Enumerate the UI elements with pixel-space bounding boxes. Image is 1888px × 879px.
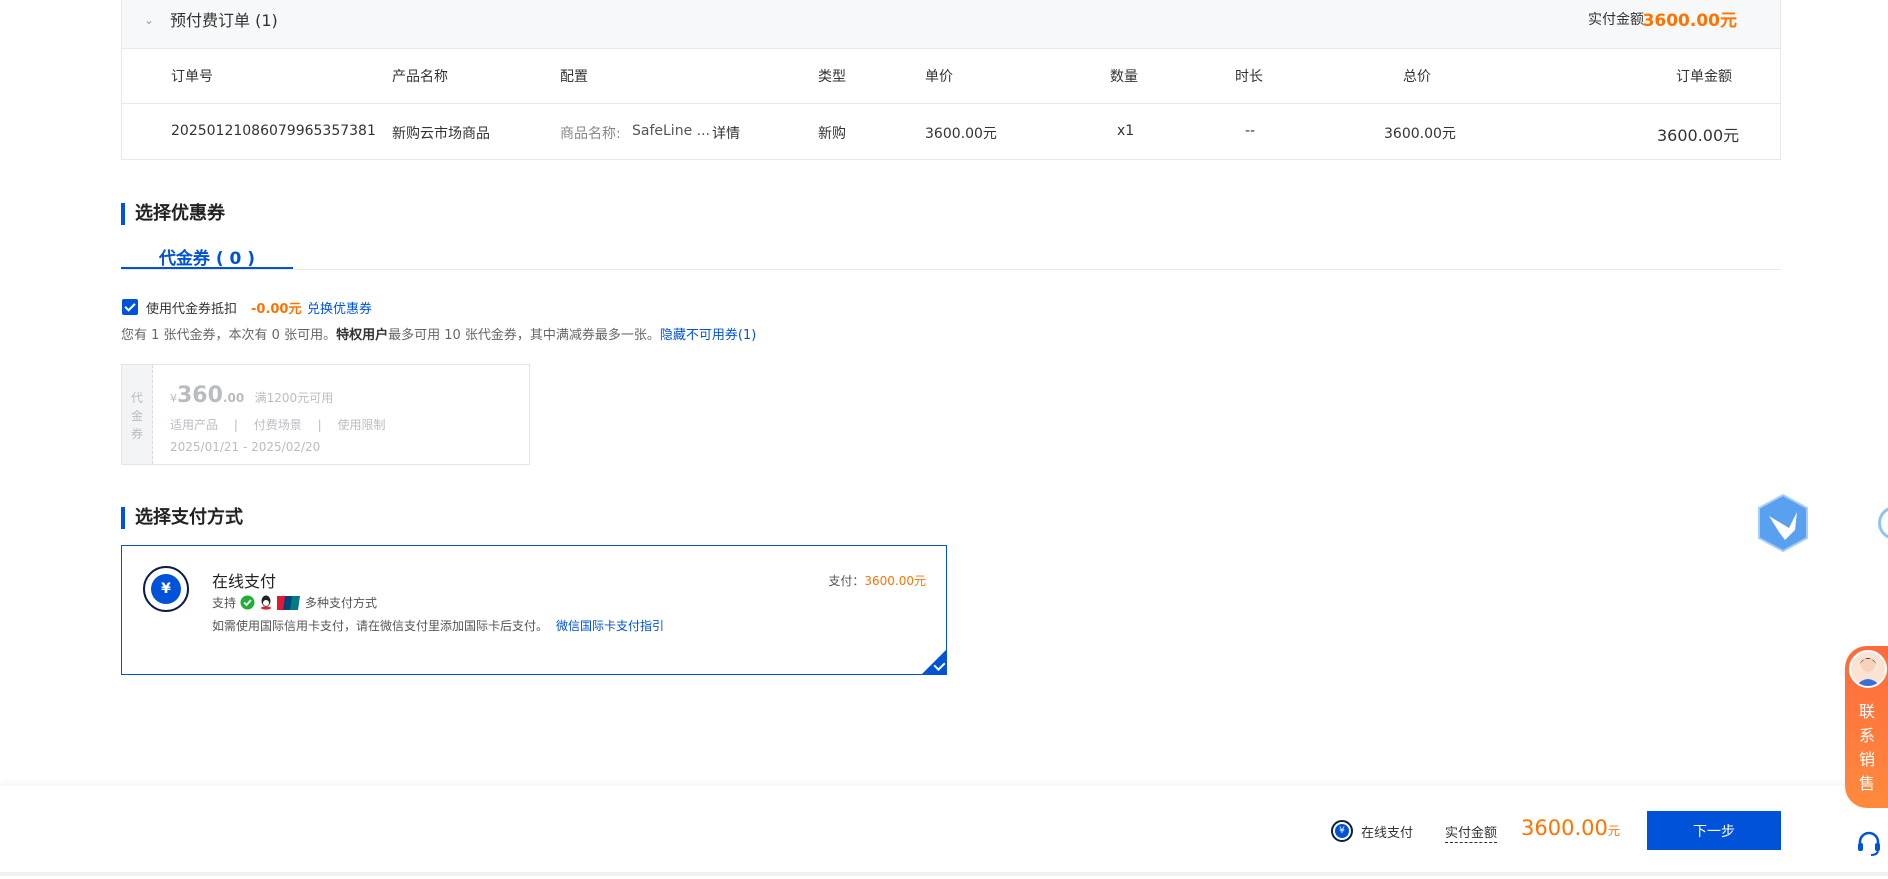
col-amount: 订单金额 (1676, 69, 1732, 85)
pay-method-title: 在线支付 (212, 572, 277, 591)
intl-card-guide-link[interactable]: 微信国际卡支付指引 (556, 619, 664, 633)
tab-voucher[interactable]: 代金券 ( 0 ) (121, 244, 293, 270)
avatar (1849, 650, 1887, 688)
coupon-info-prefix: 您有 1 张代金券，本次有 0 张可用。 (121, 328, 337, 343)
sales-char: 售 (1859, 774, 1876, 793)
voucher-amount: ¥360.00 满1200元可用 (170, 383, 333, 408)
config-value: SafeLine ... (632, 123, 710, 139)
use-voucher-label: 使用代金券抵扣 (146, 302, 238, 317)
order-no: 20250121086079965357381 (171, 123, 376, 139)
voucher-validity: 2025/01/21 - 2025/02/20 (170, 440, 321, 454)
col-config: 配置 (560, 69, 588, 85)
coupon-info-suffix: 最多可用 10 张代金券，其中满减券最多一张。 (388, 328, 660, 343)
bird-assistant-icon[interactable] (1757, 494, 1809, 552)
unionpay-icon (277, 595, 301, 610)
bottom-line (0, 872, 1888, 876)
voucher-side-char: 金 (131, 409, 144, 423)
total-price: 3600.00元 (1384, 126, 1456, 142)
order-title: 预付费订单 (1) (170, 11, 278, 30)
pay-value: 3600.00元 (864, 574, 926, 588)
online-pay-card[interactable]: ¥ 在线支付 支付：3600.00元 支持 多种支付方式 如需使用国际信用卡支付… (121, 545, 947, 675)
col-product: 产品名称 (392, 69, 448, 85)
voucher-card: 代 金 券 ¥360.00 满1200元可用 适用产品 | 付费场景 | 使用限… (121, 364, 530, 465)
sales-char: 联 (1859, 702, 1876, 721)
order-paid-label: 实付金额 (1588, 12, 1644, 28)
unit-price: 3600.00元 (925, 126, 997, 142)
meta-separator: | (317, 418, 322, 432)
yuan-icon: ¥ (1331, 820, 1353, 842)
yuan-icon: ¥ (143, 566, 189, 612)
sales-char: 销 (1859, 750, 1876, 769)
coupon-info: 您有 1 张代金券，本次有 0 张可用。特权用户最多可用 10 张代金券，其中满… (121, 324, 756, 343)
voucher-side-char: 代 (131, 391, 144, 405)
quantity: x1 (1117, 123, 1135, 139)
col-unit-price: 单价 (925, 69, 953, 85)
pay-note: 如需使用国际信用卡支付，请在微信支付里添加国际卡后支付。 微信国际卡支付指引 (212, 617, 664, 634)
pay-amount: 支付：3600.00元 (828, 572, 926, 589)
bottom-amount: 3600.00元 (1521, 816, 1620, 840)
voucher-amount-int: 360 (177, 383, 223, 408)
order-paid-value: 3600.00元 (1642, 11, 1737, 31)
payment-section-title: 选择支付方式 (121, 507, 243, 529)
headset-icon[interactable] (1855, 829, 1883, 857)
order-type: 新购 (818, 126, 846, 142)
bottom-pay-method: 在线支付 (1361, 826, 1414, 841)
deduct-amount: -0.00元 (251, 302, 302, 317)
coupon-info-bold: 特权用户 (336, 328, 389, 343)
voucher-amount-dec: .00 (222, 391, 245, 405)
contact-sales-button[interactable]: 联 系 销 售 (1845, 646, 1888, 808)
support-prefix: 支持 (212, 596, 237, 610)
chevron-down-icon[interactable]: ⌄ (144, 13, 154, 27)
voucher-meta-limit: 使用限制 (337, 418, 386, 432)
detail-link[interactable]: 详情 (712, 123, 740, 143)
voucher-side-label: 代 金 券 (131, 389, 143, 443)
voucher-meta: 适用产品 | 付费场景 | 使用限制 (170, 416, 385, 433)
config-label: 商品名称: (560, 126, 621, 142)
meta-separator: | (233, 418, 238, 432)
order-amount: 3600.00元 (1657, 126, 1740, 145)
voucher-condition: 满1200元可用 (254, 391, 334, 405)
col-duration: 时长 (1235, 69, 1263, 85)
row-divider (122, 103, 1780, 104)
voucher-meta-product: 适用产品 (170, 418, 219, 432)
currency-symbol: ¥ (170, 392, 177, 405)
next-step-button[interactable]: 下一步 (1647, 811, 1781, 850)
sales-char: 系 (1859, 726, 1876, 745)
col-quantity: 数量 (1110, 69, 1138, 85)
wechat-pay-icon (240, 595, 255, 610)
voucher-side-char: 券 (131, 427, 144, 441)
edge-widget[interactable] (1878, 506, 1888, 540)
support-row: 支持 多种支付方式 (212, 594, 377, 611)
use-voucher-checkbox[interactable] (122, 299, 138, 315)
col-total: 总价 (1403, 69, 1431, 85)
support-suffix: 多种支付方式 (305, 596, 378, 610)
hide-unavailable-link[interactable]: 隐藏不可用券(1) (660, 328, 756, 343)
col-type: 类型 (818, 69, 846, 85)
voucher-side: 代 金 券 (122, 365, 153, 464)
bottom-paid-label[interactable]: 实付金额 (1445, 822, 1498, 843)
pay-label: 支付： (828, 574, 865, 588)
exchange-coupon-link[interactable]: 兑换优惠券 (307, 298, 372, 317)
duration: -- (1245, 123, 1256, 139)
sales-label: 联 系 销 售 (1859, 700, 1875, 796)
bottom-amount-unit: 元 (1607, 824, 1620, 838)
bottom-amount-value: 3600.00 (1521, 816, 1608, 840)
voucher-meta-scene: 付费场景 (253, 418, 302, 432)
qq-pay-icon (261, 595, 272, 610)
tab-divider (121, 269, 1781, 270)
product-name: 新购云市场商品 (392, 126, 490, 142)
coupon-section-title: 选择优惠券 (121, 203, 225, 225)
pay-note-text: 如需使用国际信用卡支付，请在微信支付里添加国际卡后支付。 (212, 619, 549, 633)
order-header[interactable]: ⌄ 预付费订单 (1) 实付金额 3600.00元 (122, 0, 1780, 49)
col-order-no: 订单号 (171, 69, 213, 85)
